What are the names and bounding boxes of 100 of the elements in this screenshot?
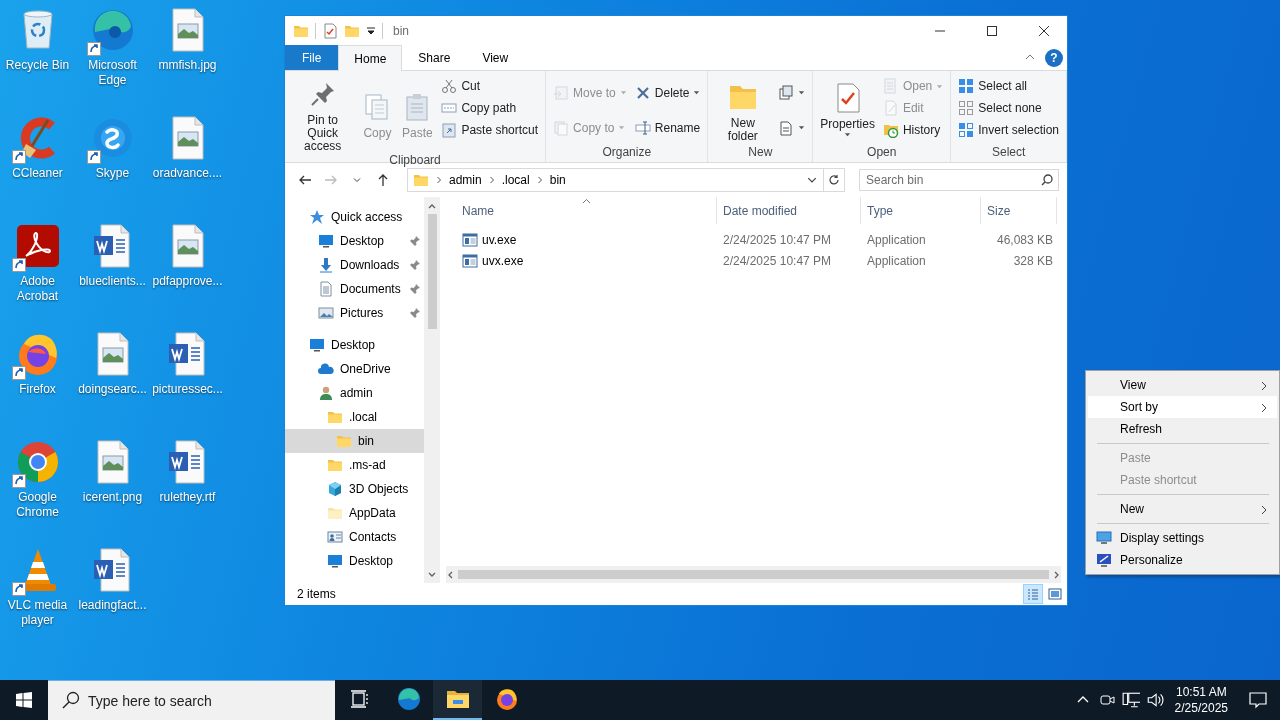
back-arrow-icon — [298, 173, 312, 187]
clock[interactable]: 10:51 AM 2/25/2025 — [1166, 680, 1236, 720]
application-icon — [462, 252, 478, 269]
tree-item[interactable]: Desktop — [285, 229, 424, 253]
type-cell-text: Application — [866, 232, 927, 247]
ribbon-button[interactable]: Delete — [631, 81, 704, 104]
ribbon-button[interactable]: Properties — [817, 78, 878, 142]
tree-item[interactable]: admin — [285, 381, 424, 405]
download-icon — [318, 257, 334, 273]
address-bar[interactable]: admin .local bin — [407, 168, 845, 192]
column-header[interactable]: Date modified — [717, 197, 861, 224]
ribbon-button[interactable]: Copy path — [438, 97, 542, 119]
ribbon-button[interactable]: Select none — [955, 97, 1062, 119]
size-cell-text: 328 KB — [1012, 253, 1054, 268]
tree-item[interactable]: bin — [285, 429, 424, 453]
volume-icon — [1145, 691, 1164, 709]
edit-icon — [882, 100, 899, 116]
breadcrumb-item[interactable]: .local — [501, 173, 530, 187]
ribbon-button[interactable]: Cut — [438, 75, 542, 97]
tree-item[interactable]: Downloads — [285, 253, 424, 277]
easy-access-icon — [778, 119, 795, 136]
scroll-down-icon — [428, 570, 436, 579]
tree-item[interactable]: 3D Objects — [285, 477, 424, 501]
chevron-icon — [435, 176, 443, 184]
cloud-icon — [318, 361, 334, 377]
tree-item[interactable]: Contacts — [285, 525, 424, 549]
scrollbar-thumb[interactable] — [458, 570, 1049, 579]
help-button[interactable]: ? — [1045, 48, 1063, 67]
star-icon — [309, 209, 325, 225]
swirl-icon — [396, 687, 421, 711]
caret-icon — [844, 130, 852, 138]
column-header[interactable]: Size — [981, 197, 1057, 224]
tree-item[interactable]: OneDrive — [285, 357, 424, 381]
tree-item[interactable]: .local — [285, 405, 424, 429]
details-view-icon — [1026, 587, 1040, 601]
column-header[interactable]: Name — [456, 197, 717, 224]
dropdown-icon — [366, 25, 376, 36]
file-name-cell[interactable]: uv.exe — [456, 231, 717, 248]
tree-item[interactable]: Desktop — [285, 333, 424, 357]
select-all-icon — [958, 78, 975, 94]
ribbon-button[interactable]: Select all — [955, 75, 1062, 97]
caret-icon — [353, 176, 361, 184]
properties-icon — [322, 22, 338, 39]
close-icon — [1039, 25, 1049, 36]
chevron-icon — [535, 176, 544, 184]
tree-item[interactable]: AppData — [285, 501, 424, 525]
desktop-icon — [309, 337, 325, 353]
tree-item[interactable]: Quick access — [285, 205, 424, 229]
menu-item[interactable]: Sort by — [1088, 396, 1277, 418]
column-header[interactable]: Type — [861, 197, 981, 224]
item-count: 2 items — [297, 587, 336, 601]
caret-icon — [798, 124, 806, 131]
ribbon-button[interactable]: Rename — [631, 116, 704, 139]
ribbon-tab[interactable]: Share — [402, 45, 467, 70]
menu-item[interactable]: Refresh — [1088, 418, 1277, 440]
ribbon-button[interactable]: Invert selection — [955, 119, 1062, 141]
tree-item[interactable]: Desktop — [285, 549, 424, 573]
path-icon — [441, 100, 458, 116]
tree-item[interactable]: Documents — [285, 277, 424, 301]
network-icon — [1121, 691, 1140, 709]
size-cell-text: 46,083 KB — [995, 232, 1054, 247]
monitor-icon — [1096, 530, 1112, 546]
ribbon-tab[interactable]: View — [466, 45, 525, 70]
cube-icon — [327, 481, 343, 497]
breadcrumb-item[interactable]: bin — [549, 173, 566, 187]
group-label: Open — [866, 145, 898, 161]
caret-icon — [798, 89, 806, 96]
user-icon — [318, 385, 334, 401]
search-icon — [1041, 174, 1053, 186]
menu-item[interactable]: View — [1088, 374, 1277, 396]
document-icon — [318, 281, 334, 297]
menu-item[interactable]: New — [1088, 498, 1277, 520]
tree-item[interactable]: Pictures — [285, 301, 424, 325]
ribbon-tab[interactable]: Home — [338, 45, 403, 71]
type-cell-text: Application — [866, 253, 927, 268]
ribbon-button[interactable]: Paste shortcut — [438, 119, 542, 141]
taskbar-search-field[interactable]: Type here to search — [48, 680, 335, 720]
copy-to-icon — [553, 119, 570, 136]
ribbon-tab[interactable]: File — [285, 45, 339, 70]
breadcrumb-item[interactable]: admin — [449, 173, 482, 187]
file-name-cell[interactable]: uvx.exe — [456, 252, 717, 269]
menu-item[interactable]: Personalize — [1088, 549, 1277, 571]
tree-item[interactable]: .ms-ad — [285, 453, 424, 477]
search-field[interactable]: Search bin — [859, 169, 1059, 191]
date-cell-text: 2/24/2025 10:47 PM — [722, 232, 833, 247]
scissors-icon — [441, 78, 458, 94]
scrollbar-thumb[interactable] — [427, 214, 437, 329]
history-icon — [882, 122, 899, 138]
ribbon-button[interactable]: New folder — [712, 77, 774, 143]
folder-icon — [336, 433, 352, 449]
scroll-left-icon — [446, 570, 454, 579]
group-label: New — [747, 145, 774, 161]
taskbar-app-button[interactable] — [433, 680, 482, 720]
rename-icon — [634, 119, 651, 136]
ribbon-button[interactable]: History — [879, 119, 947, 141]
caret-icon — [936, 82, 944, 90]
scroll-right-icon — [1053, 570, 1061, 579]
desktop-icon — [318, 233, 334, 249]
menu-item[interactable]: Display settings — [1088, 527, 1277, 549]
ribbon-button[interactable]: Pin to Quick access — [289, 75, 357, 153]
